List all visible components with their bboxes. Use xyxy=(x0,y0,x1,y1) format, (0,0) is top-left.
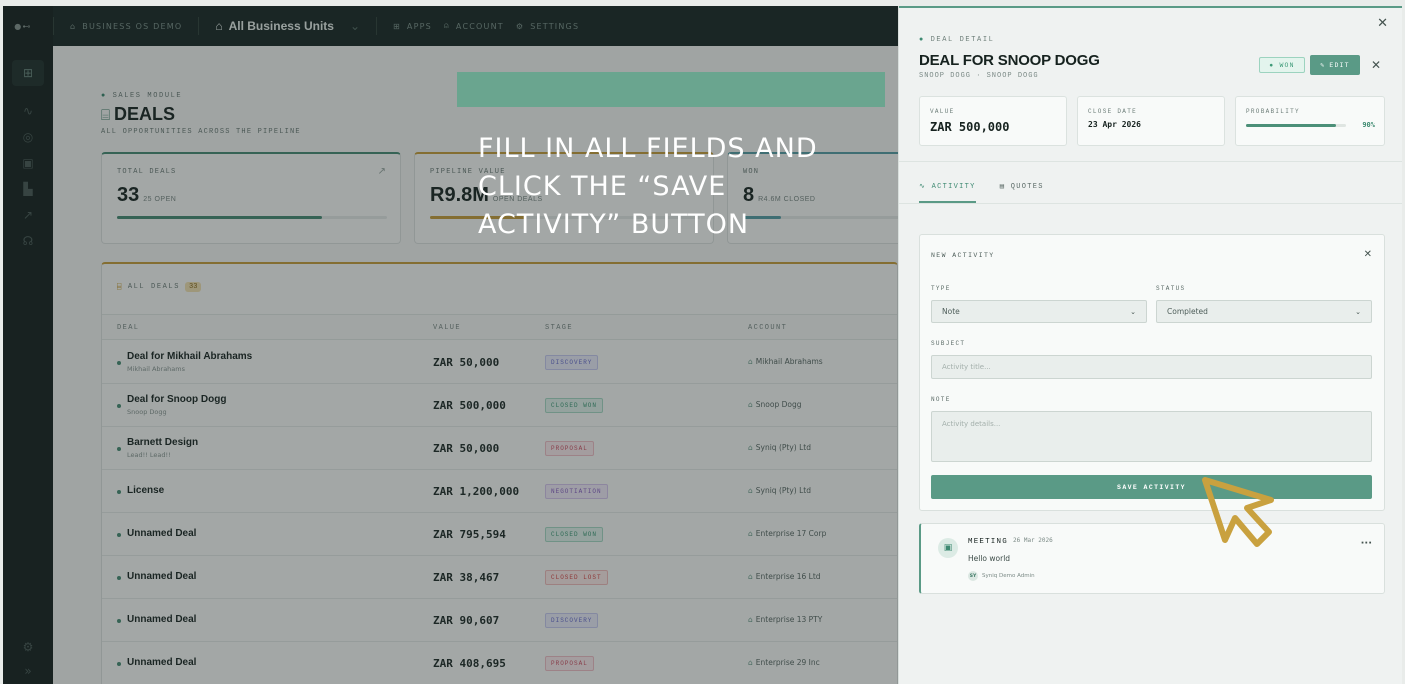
status-label: STATUS xyxy=(1156,285,1186,292)
deal-title: DEAL FOR SNOOP DOGG xyxy=(919,52,1100,69)
type-label: TYPE xyxy=(931,285,951,292)
chevron-down-icon: ⌄ xyxy=(1130,307,1136,316)
activity-item[interactable]: ▣ MEETING 26 Mar 2026 Hello world SY Syn… xyxy=(919,523,1385,594)
pencil-icon: ✎ xyxy=(1320,62,1326,69)
close-date-box: CLOSE DATE 23 Apr 2026 xyxy=(1077,96,1225,146)
probability-bar xyxy=(1246,124,1346,127)
close-date-label: CLOSE DATE xyxy=(1088,108,1138,115)
calendar-icon: ▣ xyxy=(938,538,958,558)
status-value: Completed xyxy=(1167,307,1208,316)
deal-value: ZAR 500,000 xyxy=(930,120,1010,134)
document-icon: ▤ xyxy=(999,183,1011,191)
deal-subtitle: SNOOP DOGG · SNOOP DOGG xyxy=(919,72,1039,80)
dim-overlay xyxy=(3,6,898,684)
new-activity-form: NEW ACTIVITY ✕ TYPE Note ⌄ STATUS Comple… xyxy=(919,234,1385,511)
note-label: NOTE xyxy=(931,396,951,403)
deal-detail-panel: ✕ ● DEAL DETAIL DEAL FOR SNOOP DOGG SNOO… xyxy=(898,6,1402,684)
chevron-down-icon: ⌄ xyxy=(1355,307,1361,316)
probability-fill xyxy=(1246,124,1336,127)
close-icon[interactable]: ✕ xyxy=(1377,16,1388,31)
app-window: ●⊷ ⌂ BUSINESS OS DEMO ⌂ All Business Uni… xyxy=(3,6,1402,684)
panel-tag: ● DEAL DETAIL xyxy=(919,36,994,44)
edit-button-label: EDIT xyxy=(1329,61,1350,69)
panel-tag-label: DEAL DETAIL xyxy=(930,36,995,44)
tab-activity[interactable]: ∿ ACTIVITY xyxy=(919,182,976,203)
form-title: NEW ACTIVITY xyxy=(931,252,995,259)
status-dot-icon: ● xyxy=(1269,61,1280,69)
tab-quotes-label: QUOTES xyxy=(1010,183,1044,191)
avatar: SY xyxy=(968,571,978,581)
tab-activity-label: ACTIVITY xyxy=(931,183,976,191)
tab-quotes[interactable]: ▤ QUOTES xyxy=(1000,182,1044,203)
save-activity-button[interactable]: SAVE ACTIVITY xyxy=(931,475,1372,499)
pointer-cursor-icon xyxy=(1202,477,1274,547)
dim-overlay-top xyxy=(53,6,898,46)
instruction-band xyxy=(457,72,885,107)
activity-date: 26 Mar 2026 xyxy=(1013,537,1053,544)
status-dot-icon: ● xyxy=(919,36,931,44)
close-icon[interactable]: ✕ xyxy=(1364,249,1372,260)
status-badge-label: WON xyxy=(1279,61,1295,69)
note-textarea[interactable]: Activity details... xyxy=(931,411,1372,462)
value-label: VALUE xyxy=(930,108,955,115)
edit-button[interactable]: ✎ EDIT xyxy=(1310,55,1360,75)
type-value: Note xyxy=(942,307,960,316)
close-icon[interactable]: ✕ xyxy=(1371,58,1381,72)
panel-accent-line xyxy=(899,6,1402,8)
probability-box: PROBABILITY 90% xyxy=(1235,96,1385,146)
close-date-value: 23 Apr 2026 xyxy=(1088,120,1141,129)
divider xyxy=(899,161,1402,162)
more-icon[interactable]: ··· xyxy=(1361,538,1372,549)
subject-label: SUBJECT xyxy=(931,340,966,347)
activity-body: Hello world xyxy=(968,554,1011,563)
value-box: VALUE ZAR 500,000 xyxy=(919,96,1067,146)
activity-user: SY Syniq Demo Admin xyxy=(968,571,1035,581)
probability-label: PROBABILITY xyxy=(1246,108,1300,115)
activity-type: MEETING xyxy=(968,538,1008,546)
activity-icon: ∿ xyxy=(919,183,932,191)
divider xyxy=(899,203,1402,204)
probability-value: 90% xyxy=(1362,121,1375,129)
instruction-text: FILL IN ALL FIELDS AND CLICK THE “SAVE A… xyxy=(478,133,818,240)
dim-overlay-rail xyxy=(3,6,53,684)
activity-user-name: Syniq Demo Admin xyxy=(982,573,1035,579)
status-select[interactable]: Completed ⌄ xyxy=(1156,300,1372,323)
subject-input[interactable]: Activity title... xyxy=(931,355,1372,379)
panel-tabs: ∿ ACTIVITY ▤ QUOTES xyxy=(919,182,1044,203)
type-select[interactable]: Note ⌄ xyxy=(931,300,1147,323)
status-badge: ● WON xyxy=(1259,57,1305,73)
